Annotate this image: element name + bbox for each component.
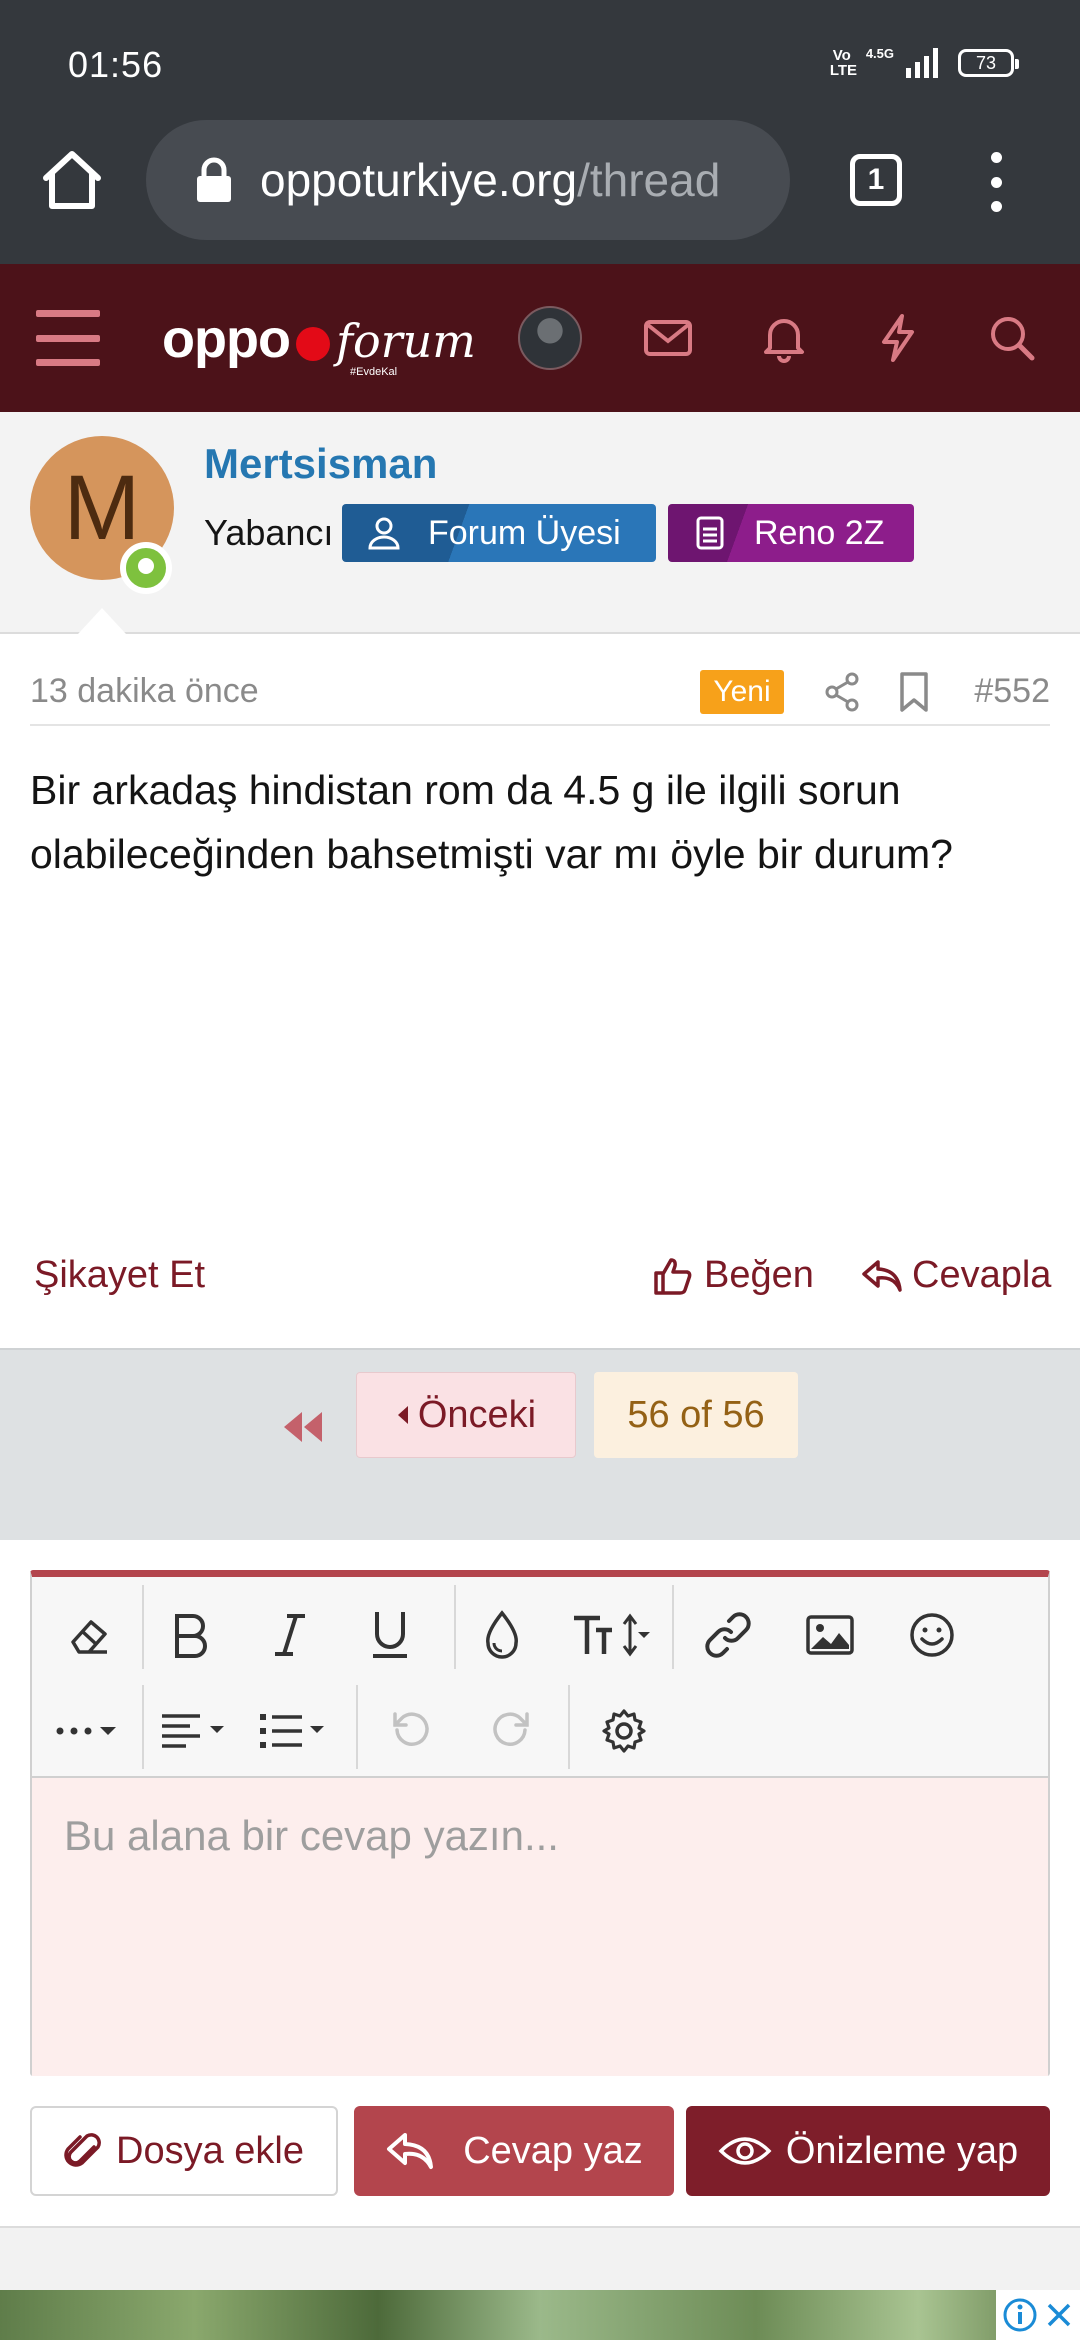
eye-icon xyxy=(718,2137,772,2165)
forum-member-badge: Forum Üyesi xyxy=(342,504,656,562)
preview-button[interactable]: Önizleme yap xyxy=(686,2106,1050,2196)
emoji-icon[interactable] xyxy=(892,1595,972,1675)
home-icon[interactable] xyxy=(40,148,104,212)
footer-band xyxy=(0,2226,1080,2290)
submit-label: Cevap yaz xyxy=(463,2129,643,2172)
pagination: Önceki 56 of 56 xyxy=(0,1348,1080,1540)
reply-placeholder: Bu alana bir cevap yazın... xyxy=(64,1812,559,1859)
status-indicators: Vo LTE 4.5G 73 xyxy=(829,45,1019,79)
user-icon xyxy=(354,515,414,551)
reply-text-area[interactable]: Bu alana bir cevap yazın... xyxy=(32,1778,1048,2076)
tab-switcher-button[interactable]: 1 xyxy=(850,154,902,206)
site-header: oppo forum #EvdeKal xyxy=(0,264,1080,412)
signal-icon xyxy=(906,48,938,78)
turkish-flag-icon xyxy=(295,327,330,361)
logo-tagline: #EvdeKal xyxy=(350,366,398,378)
search-icon[interactable] xyxy=(982,308,1042,368)
battery-icon: 73 xyxy=(958,49,1019,77)
info-icon[interactable] xyxy=(1002,2297,1038,2333)
status-time: 01:56 xyxy=(68,44,164,85)
paperclip-icon xyxy=(64,2133,101,2167)
post-number[interactable]: #552 xyxy=(974,672,1050,711)
browser-chrome: 01:56 Vo LTE 4.5G 73 oppoturkiye.org/thr… xyxy=(0,0,1080,264)
network-type: 4.5G xyxy=(865,45,894,61)
logo-oppo-text: oppo xyxy=(162,309,291,369)
url-path: /thread xyxy=(577,154,721,206)
badge-label: Forum Üyesi xyxy=(428,513,621,552)
like-label: Beğen xyxy=(704,1254,814,1296)
like-button[interactable]: Beğen xyxy=(652,1254,814,1297)
settings-icon[interactable] xyxy=(584,1691,664,1771)
post-username[interactable]: Mertsisman xyxy=(204,440,437,488)
toolbar-divider xyxy=(568,1685,570,1769)
submit-reply-button[interactable]: Cevap yaz xyxy=(354,2106,674,2196)
close-icon[interactable] xyxy=(1044,2300,1074,2330)
color-drop-icon[interactable] xyxy=(462,1595,542,1675)
toolbar-divider xyxy=(142,1585,144,1669)
reply-label: Cevapla xyxy=(912,1254,1052,1296)
italic-icon[interactable] xyxy=(250,1595,330,1675)
bold-icon[interactable] xyxy=(150,1595,230,1675)
reply-icon xyxy=(862,1259,902,1292)
bell-icon[interactable] xyxy=(754,308,814,368)
url-bar[interactable]: oppoturkiye.org/thread xyxy=(146,120,790,240)
reply-button[interactable]: Cevapla xyxy=(860,1254,1051,1297)
lock-icon xyxy=(197,157,231,202)
post-meta: 13 dakika önce Yeni #552 xyxy=(30,660,1050,726)
toolbar-divider xyxy=(454,1585,456,1669)
lightning-icon[interactable] xyxy=(868,308,928,368)
toolbar-divider xyxy=(142,1685,144,1769)
link-icon[interactable] xyxy=(688,1595,768,1675)
device-icon xyxy=(680,515,740,551)
device-badge: Reno 2Z xyxy=(668,504,914,562)
text-size-icon[interactable] xyxy=(570,1595,650,1675)
toolbar-divider xyxy=(672,1585,674,1669)
attach-label: Dosya ekle xyxy=(116,2129,304,2172)
browser-menu-icon[interactable] xyxy=(984,152,1008,212)
reply-editor: Bu alana bir cevap yazın... xyxy=(30,1570,1050,2076)
report-link[interactable]: Şikayet Et xyxy=(34,1254,205,1297)
previous-page-button[interactable]: Önceki xyxy=(356,1372,576,1458)
post-time[interactable]: 13 dakika önce xyxy=(30,672,259,711)
logo-forum-text: forum xyxy=(335,314,476,368)
undo-icon[interactable] xyxy=(370,1691,450,1771)
post-user-block: M Mertsisman Yabancı Forum Üyesi Reno 2Z xyxy=(0,412,1080,634)
hamburger-menu-icon[interactable] xyxy=(36,310,100,366)
url-host: oppoturkiye.org xyxy=(260,154,578,206)
share-icon[interactable] xyxy=(822,670,862,714)
toolbar-divider xyxy=(356,1685,358,1769)
volte-indicator: Vo LTE xyxy=(829,47,858,79)
thumbs-up-icon xyxy=(654,1257,692,1295)
list-icon[interactable] xyxy=(254,1691,338,1771)
online-status-icon xyxy=(120,542,172,594)
attach-file-button[interactable]: Dosya ekle xyxy=(30,2106,338,2196)
redo-icon[interactable] xyxy=(472,1691,552,1771)
site-logo[interactable]: oppo forum #EvdeKal xyxy=(162,308,476,378)
new-badge: Yeni xyxy=(700,670,784,714)
more-icon[interactable] xyxy=(50,1691,134,1771)
align-icon[interactable] xyxy=(156,1691,240,1771)
caret-left-icon xyxy=(397,1406,408,1424)
bookmark-icon[interactable] xyxy=(896,670,932,714)
badge-label: Reno 2Z xyxy=(754,513,885,552)
message-caret xyxy=(78,608,126,634)
preview-label: Önizleme yap xyxy=(785,2129,1019,2172)
page-indicator[interactable]: 56 of 56 xyxy=(594,1372,798,1458)
reply-icon xyxy=(387,2133,434,2169)
post-actions: Şikayet Et Beğen Cevapla xyxy=(0,1240,1080,1348)
user-avatar[interactable] xyxy=(518,306,582,370)
ad-banner-image[interactable] xyxy=(0,2290,1080,2340)
inbox-icon[interactable] xyxy=(638,308,698,368)
editor-toolbar xyxy=(32,1577,1048,1776)
image-icon[interactable] xyxy=(790,1595,870,1675)
first-page-icon[interactable] xyxy=(278,1402,328,1452)
underline-icon[interactable] xyxy=(350,1595,430,1675)
post-body: Bir arkadaş hindistan rom da 4.5 g ile i… xyxy=(30,767,953,877)
member-role: Yabancı xyxy=(204,512,334,553)
eraser-icon[interactable] xyxy=(50,1595,130,1675)
url-text: oppoturkiye.org/thread xyxy=(260,153,720,207)
previous-label: Önceki xyxy=(417,1393,537,1436)
ad-choices[interactable] xyxy=(996,2290,1080,2340)
